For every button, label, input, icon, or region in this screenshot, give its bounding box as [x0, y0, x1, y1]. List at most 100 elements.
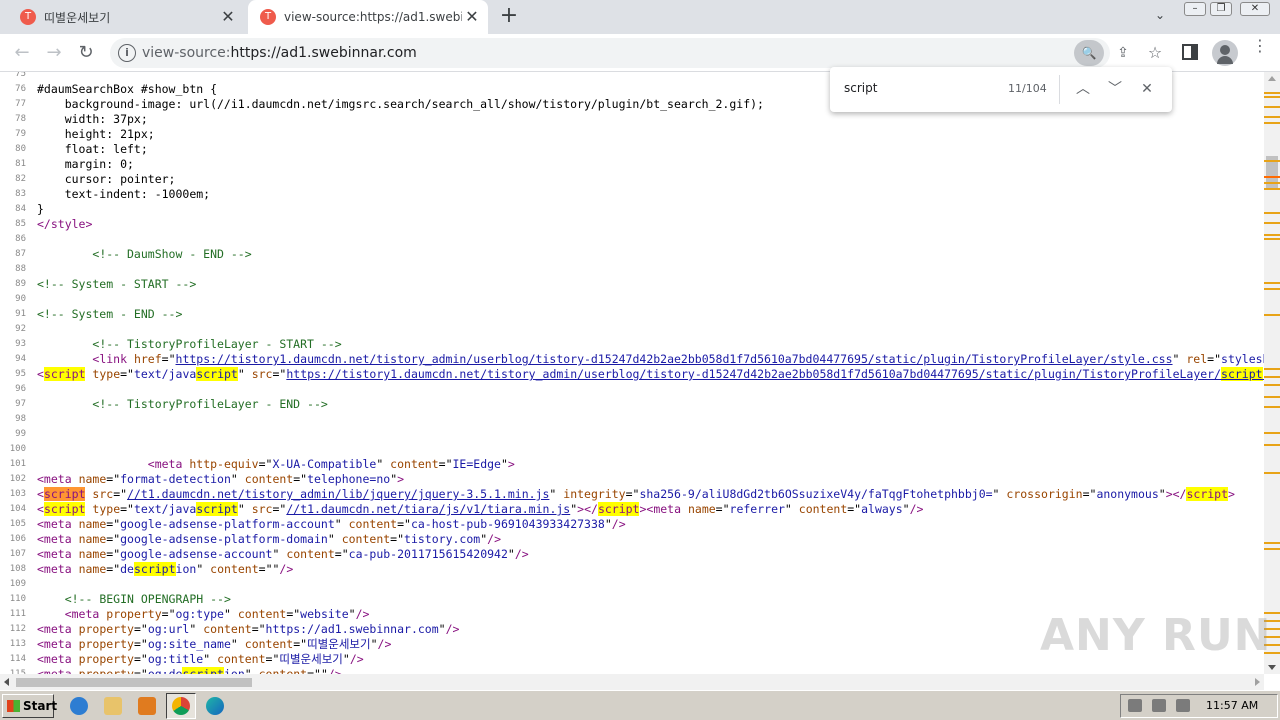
match-marker	[1264, 222, 1280, 224]
source-line: 88	[0, 262, 1264, 277]
tistory-favicon-icon: T	[20, 9, 36, 25]
scroll-down-arrow-icon[interactable]	[1268, 665, 1276, 670]
line-number: 79	[15, 129, 26, 139]
profile-avatar-icon[interactable]	[1212, 40, 1238, 66]
match-marker	[1264, 396, 1280, 398]
new-tab-button[interactable]: +	[496, 5, 522, 29]
close-tab-icon[interactable]: ✕	[218, 7, 238, 27]
scroll-left-arrow-icon[interactable]	[4, 678, 9, 686]
line-code: <meta http-equiv="X-UA-Compatible" conte…	[147, 457, 515, 471]
line-code: <meta property="og:site_name" content="띠…	[37, 637, 392, 651]
tab-1[interactable]: T 띠별운세보기 ✕	[8, 0, 244, 34]
more-menu-icon[interactable]: ⋮	[1252, 38, 1268, 63]
line-number: 92	[15, 324, 26, 334]
line-code: background-image: url(//i1.daumcdn.net/i…	[37, 97, 764, 111]
source-line: 106 <meta name="google-adsense-platform-d…	[0, 532, 1264, 547]
line-number: 109	[9, 579, 26, 589]
media-player-icon[interactable]	[138, 697, 156, 715]
line-number: 86	[15, 234, 26, 244]
line-code: <!-- TistoryProfileLayer - START -->	[92, 337, 342, 351]
line-code: <meta name="google-adsense-platform-acco…	[37, 517, 626, 531]
tab-search-chevron-icon[interactable]: ⌄	[1150, 8, 1170, 26]
find-input[interactable]: script	[844, 81, 877, 95]
file-explorer-icon[interactable]	[104, 697, 122, 715]
close-tab-icon[interactable]: ✕	[462, 7, 482, 27]
line-number: 85	[15, 219, 26, 229]
address-text[interactable]: view-source:https://ad1.swebinnar.com	[142, 45, 417, 61]
line-number: 75	[15, 72, 26, 79]
line-code: <meta property="og:description" content=…	[37, 667, 342, 674]
line-number: 98	[15, 414, 26, 424]
line-code: <meta name="google-adsense-platform-doma…	[37, 532, 501, 546]
match-marker	[1264, 182, 1280, 184]
vertical-scrollbar[interactable]	[1264, 72, 1280, 674]
source-line: 98	[0, 412, 1264, 427]
line-number: 99	[15, 429, 26, 439]
site-info-icon[interactable]: i	[118, 44, 136, 62]
source-line: 102 <meta name="format-detection" content…	[0, 472, 1264, 487]
edge-icon[interactable]	[206, 697, 224, 715]
source-line: 107 <meta name="google-adsense-account" c…	[0, 547, 1264, 562]
source-line: 99	[0, 427, 1264, 442]
scroll-up-arrow-icon[interactable]	[1268, 76, 1276, 81]
forward-arrow-icon[interactable]: →	[40, 39, 68, 67]
start-button[interactable]: Start	[2, 694, 58, 718]
source-line: 91 <!-- System - END -->	[0, 307, 1264, 322]
source-line: 115 <meta property="og:description" conte…	[0, 667, 1264, 674]
tab-2-active[interactable]: T view-source:https://ad1.swebinnar. ✕	[248, 0, 488, 34]
line-number: 96	[15, 384, 26, 394]
line-code: <link href="https://tistory1.daumcdn.net…	[92, 352, 1264, 366]
url-prefix: view-source:	[142, 45, 231, 61]
internet-explorer-icon[interactable]	[70, 697, 88, 715]
line-code: <script type="text/javascript" src="//t1…	[37, 502, 924, 516]
line-code: <meta property="og:url" content="https:/…	[37, 622, 460, 636]
close-window-button[interactable]: ✕	[1240, 2, 1270, 16]
source-line: 94 <link href="https://tistory1.daumcdn.…	[0, 352, 1264, 367]
view-source-content[interactable]: 75 76 #daumSearchBox #show_btn {77 backgro…	[0, 72, 1264, 674]
source-line: 81 margin: 0;	[0, 157, 1264, 172]
bookmark-star-icon[interactable]: ☆	[1144, 42, 1166, 64]
line-number: 105	[9, 519, 26, 529]
next-match-chevron-down-icon[interactable]: ﹀	[1104, 78, 1126, 100]
line-number: 90	[15, 294, 26, 304]
line-number: 114	[9, 654, 26, 664]
reload-icon[interactable]: ↻	[72, 39, 100, 67]
share-icon[interactable]: ⇪	[1112, 42, 1134, 64]
chrome-icon[interactable]	[172, 697, 190, 715]
match-marker	[1264, 96, 1280, 98]
tab-strip: T 띠별운세보기 ✕ T view-source:https://ad1.swe…	[0, 0, 1280, 34]
start-label: Start	[23, 699, 58, 713]
match-marker	[1264, 444, 1280, 446]
line-number: 107	[9, 549, 26, 559]
action-center-flag-icon[interactable]	[1176, 699, 1190, 712]
find-in-page-icon[interactable]: 🔍	[1074, 40, 1104, 66]
line-number: 103	[9, 489, 26, 499]
match-marker	[1264, 542, 1280, 544]
match-marker	[1264, 288, 1280, 290]
clock: 11:57 AM	[1206, 699, 1259, 712]
line-code: <meta property="og:type" content="websit…	[64, 607, 370, 621]
line-code: <!-- BEGIN OPENGRAPH -->	[64, 592, 231, 606]
source-line: 97 <!-- TistoryProfileLayer - END -->	[0, 397, 1264, 412]
volume-icon[interactable]	[1128, 699, 1142, 712]
previous-match-chevron-up-icon[interactable]: ︿	[1072, 78, 1094, 100]
close-find-icon[interactable]: ✕	[1136, 78, 1158, 100]
horizontal-scrollbar[interactable]	[0, 674, 1264, 690]
line-number: 93	[15, 339, 26, 349]
side-panel-icon[interactable]	[1182, 44, 1198, 60]
match-marker	[1264, 384, 1280, 386]
match-marker	[1264, 548, 1280, 550]
horizontal-scroll-thumb[interactable]	[16, 678, 252, 687]
match-marker	[1264, 122, 1280, 124]
match-marker	[1264, 282, 1280, 284]
network-icon[interactable]	[1152, 699, 1166, 712]
back-arrow-icon[interactable]: ←	[8, 39, 36, 67]
line-number: 108	[9, 564, 26, 574]
line-number: 111	[9, 609, 26, 619]
address-bar[interactable]: i view-source:https://ad1.swebinnar.com …	[110, 38, 1162, 68]
restore-button[interactable]: ❐	[1210, 2, 1232, 16]
match-marker	[1264, 160, 1280, 162]
line-number: 84	[15, 204, 26, 214]
scroll-right-arrow-icon[interactable]	[1255, 678, 1260, 686]
minimize-button[interactable]: –	[1184, 2, 1206, 16]
